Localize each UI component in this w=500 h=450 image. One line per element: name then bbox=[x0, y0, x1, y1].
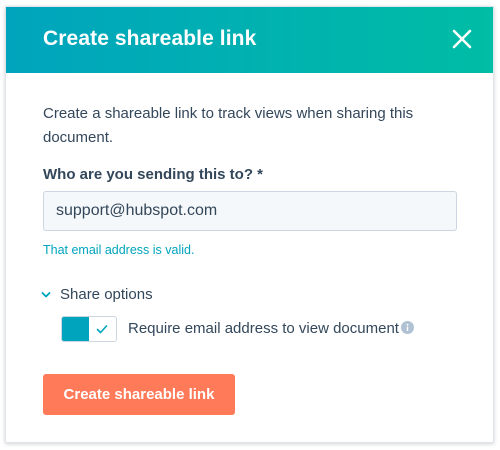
validation-message: That email address is valid. bbox=[43, 243, 195, 257]
require-email-label: Require email address to view document bbox=[128, 320, 399, 337]
dialog-header: Create shareable link bbox=[6, 7, 493, 73]
check-icon bbox=[95, 322, 109, 336]
chevron-down-icon bbox=[40, 289, 52, 301]
share-link-dialog: Create shareable link Create a shareable… bbox=[5, 6, 494, 443]
require-email-toggle[interactable] bbox=[61, 316, 117, 342]
toggle-knob bbox=[62, 317, 89, 341]
info-icon[interactable] bbox=[401, 321, 414, 334]
share-options-toggle[interactable]: Share options bbox=[40, 286, 153, 303]
create-shareable-link-button[interactable]: Create shareable link bbox=[43, 374, 235, 415]
email-input[interactable] bbox=[43, 191, 457, 231]
close-icon bbox=[452, 29, 472, 49]
dialog-description: Create a shareable link to track views w… bbox=[43, 105, 414, 146]
close-button[interactable] bbox=[449, 26, 475, 52]
recipient-label: Who are you sending this to? * bbox=[43, 166, 264, 183]
dialog-title: Create shareable link bbox=[43, 27, 257, 50]
screen: Create shareable link Create a shareable… bbox=[0, 0, 500, 450]
share-options-label: Share options bbox=[60, 286, 153, 303]
